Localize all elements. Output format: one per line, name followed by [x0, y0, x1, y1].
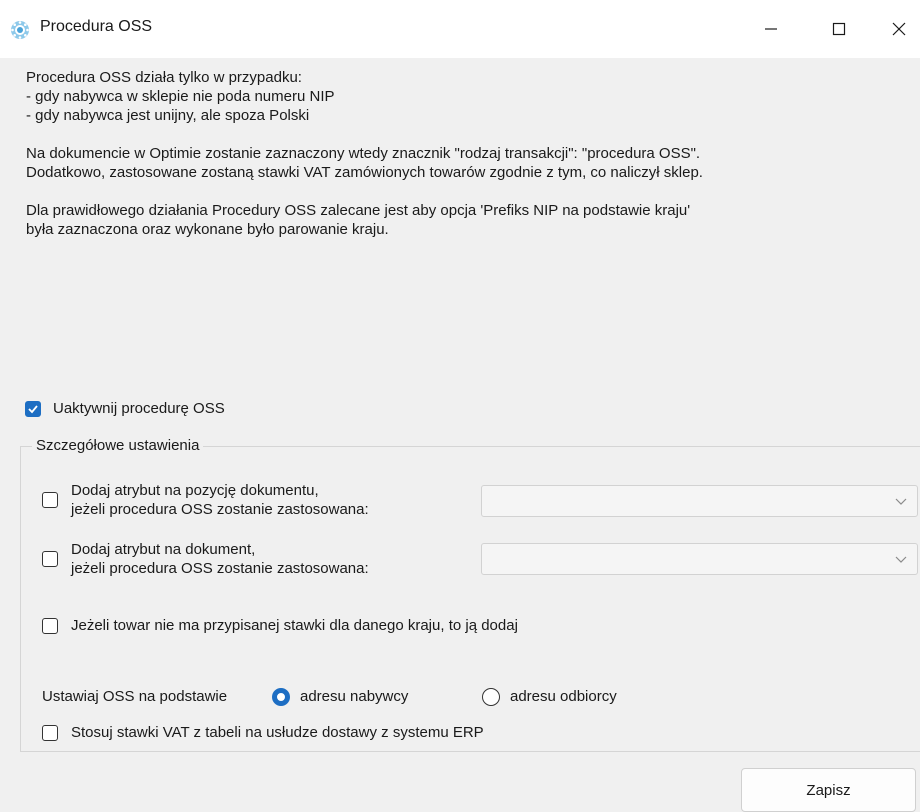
info-line: Dla prawidłowego działania Procedury OSS… — [26, 202, 691, 219]
activate-oss-checkbox[interactable] — [25, 401, 41, 417]
add-rate-checkbox[interactable] — [42, 618, 58, 634]
info-line: Dodatkowo, zastosowane zostaną stawki VA… — [26, 164, 703, 181]
document-attribute-label[interactable]: Dodaj atrybut na dokument, jeżeli proced… — [71, 540, 369, 578]
close-icon — [892, 22, 906, 36]
position-attribute-combo[interactable] — [481, 485, 918, 517]
vat-table-checkbox[interactable] — [42, 725, 58, 741]
position-attribute-label[interactable]: Dodaj atrybut na pozycję dokumentu, jeże… — [71, 481, 369, 519]
maximize-icon — [832, 22, 846, 36]
close-button[interactable] — [876, 8, 920, 50]
vat-table-label[interactable]: Stosuj stawki VAT z tabeli na usłudze do… — [71, 724, 484, 741]
details-group-legend: Szczegółowe ustawienia — [32, 437, 204, 454]
buyer-address-radio[interactable] — [272, 688, 290, 706]
buyer-address-label[interactable]: adresu nabywcy — [300, 688, 408, 705]
info-text: Procedura OSS działa tylko w przypadku: … — [26, 68, 906, 239]
minimize-button[interactable] — [748, 8, 794, 50]
chevron-down-icon — [895, 556, 907, 563]
title-bar: Procedura OSS — [0, 0, 920, 58]
info-line: Procedura OSS działa tylko w przypadku: — [26, 69, 302, 86]
recipient-address-label[interactable]: adresu odbiorcy — [510, 688, 617, 705]
info-line: - gdy nabywca jest unijny, ale spoza Pol… — [26, 107, 310, 124]
app-icon — [11, 21, 29, 39]
checkmark-icon — [28, 405, 38, 414]
info-line: była zaznaczona oraz wykonane było parow… — [26, 221, 389, 238]
activate-oss-label[interactable]: Uaktywnij procedurę OSS — [53, 400, 225, 417]
chevron-down-icon — [895, 498, 907, 505]
document-attribute-label-line2: jeżeli procedura OSS zostanie zastosowan… — [71, 560, 369, 577]
document-attribute-label-line1: Dodaj atrybut na dokument, — [71, 541, 256, 558]
minimize-icon — [765, 28, 777, 30]
window-title: Procedura OSS — [40, 18, 153, 35]
add-rate-label[interactable]: Jeżeli towar nie ma przypisanej stawki d… — [71, 617, 518, 634]
save-button[interactable]: Zapisz — [741, 768, 916, 812]
oss-basis-label: Ustawiaj OSS na podstawie — [42, 688, 228, 705]
info-line: Na dokumencie w Optimie zostanie zaznacz… — [26, 145, 701, 162]
maximize-button[interactable] — [816, 8, 862, 50]
position-attribute-label-line2: jeżeli procedura OSS zostanie zastosowan… — [71, 501, 369, 518]
position-attribute-label-line1: Dodaj atrybut na pozycję dokumentu, — [71, 482, 319, 499]
position-attribute-checkbox[interactable] — [42, 492, 58, 508]
document-attribute-checkbox[interactable] — [42, 551, 58, 567]
recipient-address-radio[interactable] — [482, 688, 500, 706]
document-attribute-combo[interactable] — [481, 543, 918, 575]
info-line: - gdy nabywca w sklepie nie poda numeru … — [26, 88, 335, 105]
